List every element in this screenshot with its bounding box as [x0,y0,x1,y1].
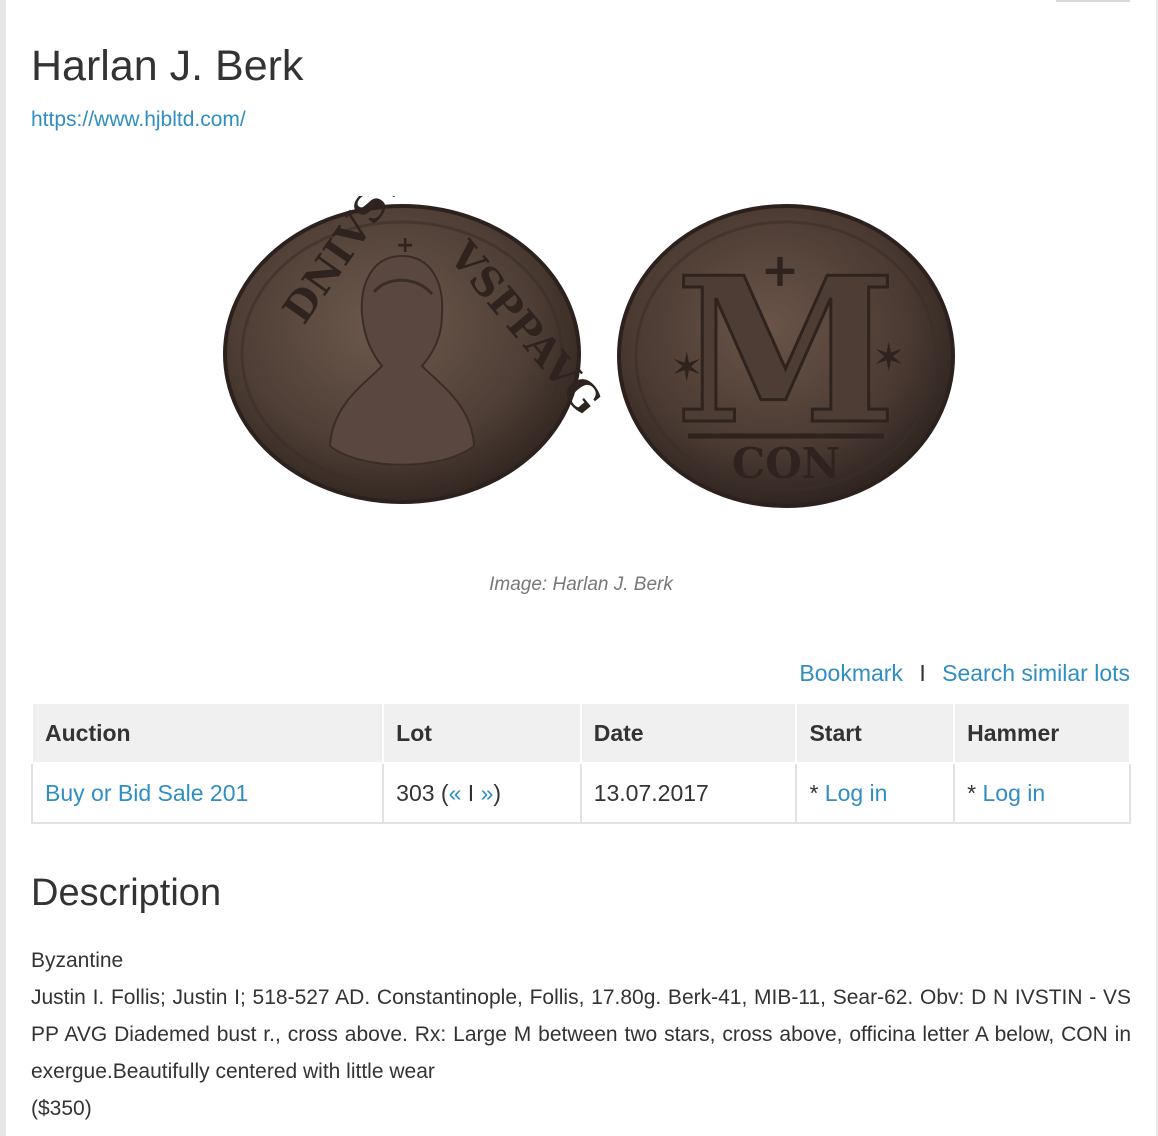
previous-lot-link[interactable]: « [449,780,462,806]
description-block: Byzantine Justin I. Follis; Justin I; 51… [31,942,1131,1127]
start-cell: * Log in [795,762,956,824]
table-header-row: Auction Lot Date Start Hammer [30,702,1131,764]
header-lot: Lot [382,702,582,764]
hammer-prefix: * [967,779,977,806]
actions-separator: I [919,660,926,686]
lot-number: 303 [396,779,435,806]
svg-text:+: + [396,233,414,258]
lot-page: Harlan J. Berk https://www.hjbltd.com/ V… [6,0,1156,1136]
reverse-exergue: CON [732,439,840,488]
description-category: Byzantine [31,949,124,972]
search-similar-link[interactable]: Search similar lots [942,660,1130,686]
lot-cell: 303 (« I ») [382,762,582,824]
seller-name: Harlan J. Berk [31,42,304,90]
lot-table: Auction Lot Date Start Hammer Buy or Bid… [30,702,1131,824]
description-price: ($350) [31,1097,92,1120]
svg-text:✶: ✶ [872,335,906,381]
svg-text:✶: ✶ [670,345,704,391]
lot-nav-separator: I [467,779,475,806]
description-body: Justin I. Follis; Justin I; 518-527 AD. … [31,986,1131,1083]
bookmark-link[interactable]: Bookmark [799,660,903,686]
start-prefix: * [809,779,819,806]
header-hammer: Hammer [953,702,1131,764]
start-login-link[interactable]: Log in [825,780,888,806]
hammer-login-link[interactable]: Log in [983,780,1046,806]
lot-actions: Bookmark I Search similar lots [799,660,1130,687]
next-lot-link[interactable]: » [481,780,494,806]
auction-link[interactable]: Buy or Bid Sale 201 [45,780,248,806]
coin-obverse: DNIVSTIN VSPPAVG + [223,112,611,504]
image-caption: Image: Harlan J. Berk [489,574,673,595]
header-auction: Auction [30,702,385,764]
svg-text:+: + [761,243,800,297]
table-row: Buy or Bid Sale 201 303 (« I ») 13.07.20… [30,762,1131,824]
date-cell: 13.07.2017 [579,762,798,824]
hammer-cell: * Log in [953,762,1131,824]
top-tab-edge [1056,0,1130,2]
coin-image[interactable]: DNIVSTIN VSPPAVG + M + ✶ ✶ CON [212,112,960,526]
coin-reverse: M + ✶ ✶ CON [617,204,955,508]
header-start: Start [795,702,956,764]
header-date: Date [579,702,798,764]
auction-cell: Buy or Bid Sale 201 [30,762,385,824]
seller-url-link[interactable]: https://www.hjbltd.com/ [31,108,246,132]
description-title: Description [31,872,222,914]
